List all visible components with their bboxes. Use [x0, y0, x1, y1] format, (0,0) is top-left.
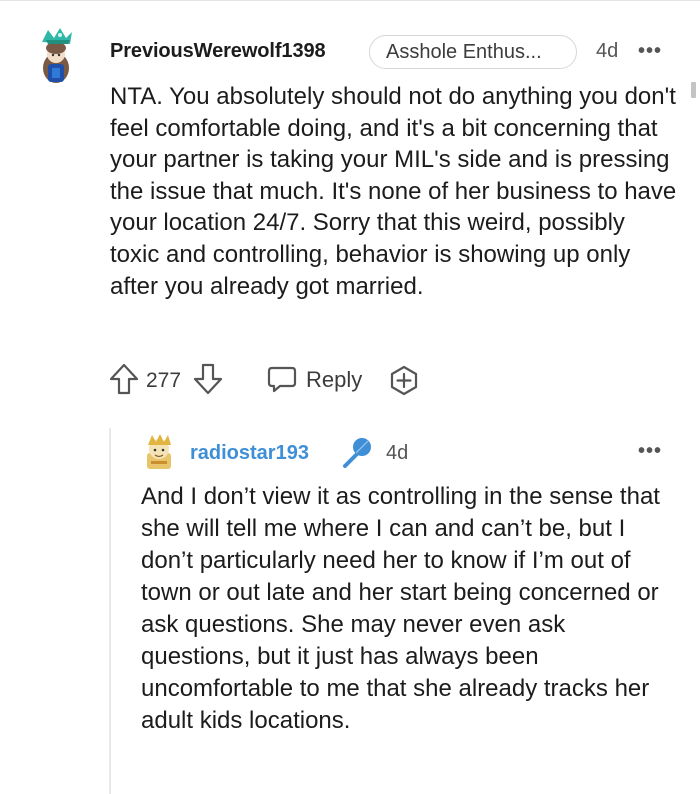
user-flair: Asshole Enthus... [369, 35, 577, 69]
scroll-indicator[interactable] [691, 82, 696, 98]
user-avatar-icon[interactable] [143, 431, 177, 471]
upvote-icon[interactable] [108, 362, 140, 396]
thread-line[interactable] [109, 428, 111, 794]
reply-button[interactable]: Reply [306, 367, 362, 393]
comment-action-bar: 277 Reply [108, 360, 438, 400]
top-divider [0, 0, 700, 1]
more-options-icon[interactable]: ••• [638, 440, 662, 463]
comment-timestamp: 4d [596, 40, 619, 62]
vote-score: 277 [146, 369, 182, 392]
microphone-icon [343, 438, 371, 468]
reply-icon[interactable] [266, 364, 298, 394]
user-avatar-icon[interactable] [34, 24, 82, 84]
comment-body: NTA. You absolutely should not do anythi… [110, 83, 677, 300]
comment-author[interactable]: PreviousWerewolf1398 [110, 40, 326, 63]
reply-body: And I don’t view it as controlling in th… [141, 483, 660, 734]
reply-author[interactable]: radiostar193 [190, 442, 309, 465]
downvote-icon[interactable] [192, 362, 224, 396]
award-icon[interactable] [388, 364, 420, 396]
reply-timestamp: 4d [386, 442, 409, 464]
more-options-icon[interactable]: ••• [638, 40, 662, 63]
